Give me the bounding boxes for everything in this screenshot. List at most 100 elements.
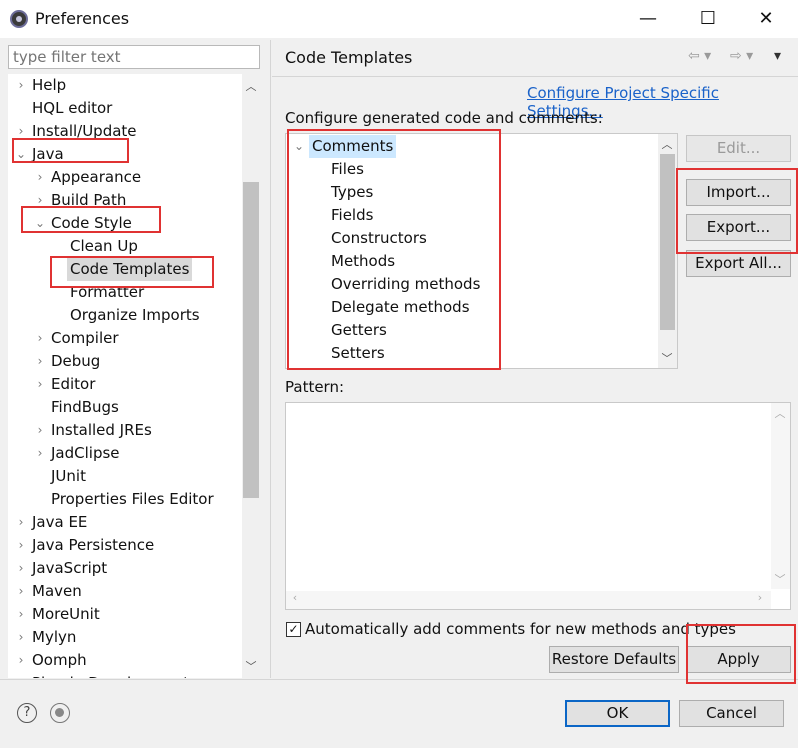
pattern-vertical-scrollbar[interactable]: ︿ ﹀ bbox=[771, 403, 790, 589]
template-item-label: Getters bbox=[331, 321, 387, 339]
scroll-up-icon[interactable]: ︿ bbox=[242, 78, 260, 94]
chevron-right-icon[interactable]: › bbox=[14, 511, 28, 534]
apply-button[interactable]: Apply bbox=[686, 646, 791, 673]
window-title: Preferences bbox=[35, 9, 130, 28]
template-item[interactable]: Types bbox=[286, 181, 656, 204]
close-button[interactable]: ✕ bbox=[746, 6, 786, 32]
chevron-down-icon[interactable]: ⌄ bbox=[292, 135, 306, 158]
tree-item[interactable]: › Installed JREs bbox=[8, 419, 242, 442]
chevron-right-icon[interactable]: › bbox=[33, 350, 47, 373]
scroll-right-icon[interactable]: › bbox=[751, 591, 769, 604]
tree-item-label: Code Templates bbox=[67, 258, 193, 281]
edit-button[interactable]: Edit... bbox=[686, 135, 791, 162]
tree-item-label: HQL editor bbox=[32, 99, 113, 117]
chevron-down-icon[interactable]: ⌄ bbox=[14, 143, 28, 166]
help-icon[interactable]: ? bbox=[17, 703, 37, 723]
template-item[interactable]: Files bbox=[286, 158, 656, 181]
tree-item[interactable]: Organize Imports bbox=[8, 304, 242, 327]
tree-item-label: Appearance bbox=[51, 168, 142, 186]
chevron-right-icon[interactable]: › bbox=[33, 442, 47, 465]
tree-item-label: Clean Up bbox=[70, 237, 138, 255]
tree-item[interactable]: JUnit bbox=[8, 465, 242, 488]
tree-item[interactable]: ⌄ Code Style bbox=[8, 212, 242, 235]
chevron-right-icon[interactable]: › bbox=[14, 649, 28, 672]
tree-item[interactable]: HQL editor bbox=[8, 97, 242, 120]
scroll-down-icon[interactable]: ﹀ bbox=[658, 350, 676, 366]
cancel-button[interactable]: Cancel bbox=[679, 700, 784, 727]
tree-item[interactable]: › Build Path bbox=[8, 189, 242, 212]
maximize-button[interactable]: ☐ bbox=[688, 6, 728, 32]
preferences-icon[interactable] bbox=[50, 703, 70, 723]
panel-divider[interactable] bbox=[270, 40, 271, 678]
scroll-left-icon[interactable]: ‹ bbox=[286, 591, 304, 604]
tree-item[interactable]: › JavaScript bbox=[8, 557, 242, 580]
tree-item[interactable]: › Java Persistence bbox=[8, 534, 242, 557]
template-item[interactable]: ⌄ Comments bbox=[286, 135, 656, 158]
chevron-right-icon[interactable]: › bbox=[14, 534, 28, 557]
preferences-tree[interactable]: › Help HQL editor › Install/Update ⌄ Java › Appe… bbox=[8, 74, 260, 678]
tree-item-label: MoreUnit bbox=[32, 605, 100, 623]
tree-item[interactable]: › Editor bbox=[8, 373, 242, 396]
export-all-button[interactable]: Export All... bbox=[686, 250, 791, 277]
template-item[interactable]: Delegate methods bbox=[286, 296, 656, 319]
forward-arrow-icon[interactable]: ⇨ ▾ bbox=[730, 48, 753, 64]
scroll-down-icon[interactable]: ﹀ bbox=[771, 571, 789, 587]
tree-item[interactable]: Clean Up bbox=[8, 235, 242, 258]
tree-item[interactable]: › Oomph bbox=[8, 649, 242, 672]
auto-comments-label: Automatically add comments for new metho… bbox=[305, 620, 736, 638]
chevron-right-icon[interactable]: › bbox=[33, 166, 47, 189]
chevron-right-icon[interactable]: › bbox=[33, 327, 47, 350]
tree-item[interactable]: › Mylyn bbox=[8, 626, 242, 649]
tree-item[interactable]: › Appearance bbox=[8, 166, 242, 189]
tree-item[interactable]: ⌄ Java bbox=[8, 143, 242, 166]
tree-item[interactable]: › Maven bbox=[8, 580, 242, 603]
templates-tree[interactable]: ⌄ Comments Files Types Fields Constructors Met… bbox=[285, 133, 678, 369]
tree-item[interactable]: › JadClipse bbox=[8, 442, 242, 465]
template-item[interactable]: Methods bbox=[286, 250, 656, 273]
pattern-editor[interactable] bbox=[285, 402, 791, 610]
chevron-right-icon[interactable]: › bbox=[33, 373, 47, 396]
template-item[interactable]: Constructors bbox=[286, 227, 656, 250]
back-arrow-icon[interactable]: ⇦ ▾ bbox=[688, 48, 711, 64]
export-button[interactable]: Export... bbox=[686, 214, 791, 241]
template-item[interactable]: Getters bbox=[286, 319, 656, 342]
chevron-right-icon[interactable]: › bbox=[33, 189, 47, 212]
chevron-right-icon[interactable]: › bbox=[14, 626, 28, 649]
tree-item[interactable]: › Plug-in Development bbox=[8, 672, 242, 678]
tree-scroll-thumb[interactable] bbox=[243, 182, 259, 498]
template-item[interactable]: Setters bbox=[286, 342, 656, 365]
restore-defaults-button[interactable]: Restore Defaults bbox=[549, 646, 679, 673]
auto-comments-checkbox[interactable]: ✓ bbox=[286, 622, 301, 637]
tree-item[interactable]: › Debug bbox=[8, 350, 242, 373]
scroll-down-icon[interactable]: ﹀ bbox=[242, 658, 260, 674]
tree-item[interactable]: › MoreUnit bbox=[8, 603, 242, 626]
ok-button[interactable]: OK bbox=[565, 700, 670, 727]
chevron-right-icon[interactable]: › bbox=[14, 672, 28, 678]
chevron-right-icon[interactable]: › bbox=[14, 120, 28, 143]
chevron-right-icon[interactable]: › bbox=[33, 419, 47, 442]
tree-item[interactable]: Code Templates bbox=[8, 258, 242, 281]
tree-item[interactable]: › Java EE bbox=[8, 511, 242, 534]
tree-item[interactable]: Properties Files Editor bbox=[8, 488, 242, 511]
tree-item[interactable]: › Compiler bbox=[8, 327, 242, 350]
template-item[interactable]: Overriding methods bbox=[286, 273, 656, 296]
tree-item[interactable]: › Install/Update bbox=[8, 120, 242, 143]
filter-input[interactable] bbox=[8, 45, 260, 69]
pattern-horizontal-scrollbar[interactable]: ‹ › bbox=[286, 591, 771, 609]
chevron-right-icon[interactable]: › bbox=[14, 603, 28, 626]
chevron-right-icon[interactable]: › bbox=[14, 557, 28, 580]
chevron-down-icon[interactable]: ⌄ bbox=[33, 212, 47, 235]
view-menu-icon[interactable]: ▾ bbox=[774, 48, 781, 64]
tree-item[interactable]: › Help bbox=[8, 74, 242, 97]
tree-item[interactable]: Formatter bbox=[8, 281, 242, 304]
scroll-up-icon[interactable]: ︿ bbox=[771, 405, 789, 421]
chevron-right-icon[interactable]: › bbox=[14, 580, 28, 603]
scroll-up-icon[interactable]: ︿ bbox=[658, 136, 676, 152]
chevron-right-icon[interactable]: › bbox=[14, 74, 28, 97]
tree-item[interactable]: FindBugs bbox=[8, 396, 242, 419]
templates-scroll-thumb[interactable] bbox=[660, 154, 675, 330]
template-item-label: Comments bbox=[309, 135, 397, 158]
template-item[interactable]: Fields bbox=[286, 204, 656, 227]
import-button[interactable]: Import... bbox=[686, 179, 791, 206]
minimize-button[interactable]: — bbox=[628, 6, 668, 32]
